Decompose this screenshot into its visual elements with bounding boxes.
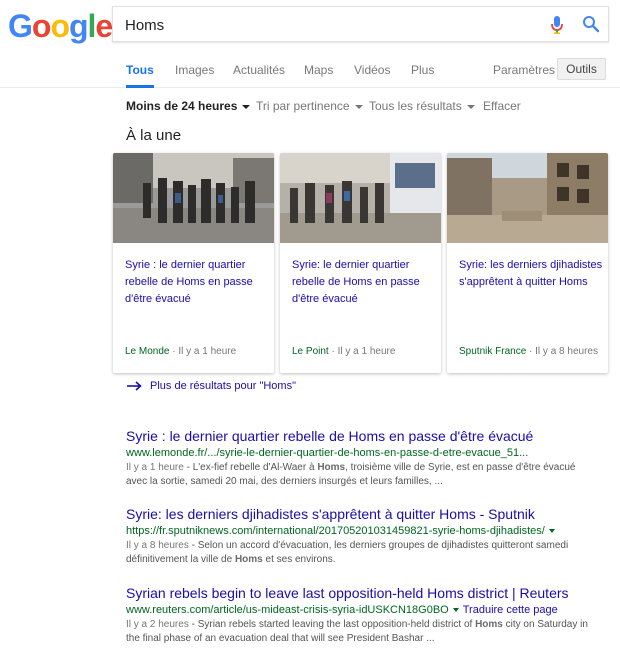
translate-link[interactable]: Traduire cette page	[463, 604, 558, 616]
time-filter[interactable]: Moins de 24 heures	[126, 99, 251, 113]
settings-link[interactable]: Paramètres	[493, 63, 555, 77]
news-card-title[interactable]: Syrie: le dernier quartier rebelle de Ho…	[292, 257, 437, 308]
results-filter-label: Tous les résultats	[369, 99, 462, 113]
result-url: www.lemonde.fr/.../syrie-le-dernier-quar…	[126, 447, 529, 459]
news-time: · Il y a 8 heures	[526, 346, 598, 357]
news-card-meta: Le Monde · Il y a 1 heure	[125, 346, 236, 357]
caret-down-icon	[354, 104, 363, 109]
tab-more[interactable]: Plus	[411, 63, 434, 88]
search-result: Syrie : le dernier quartier rebelle de H…	[126, 428, 596, 489]
microphone-icon[interactable]	[550, 16, 564, 34]
tab-all[interactable]: Tous	[126, 63, 154, 88]
result-date: Il y a 8 heures	[126, 540, 189, 551]
snippet-highlight: Homs	[317, 462, 346, 473]
header: Google Tous Images Actualités Maps Vidéo…	[0, 0, 620, 88]
news-thumbnail-image	[447, 153, 608, 243]
tab-maps[interactable]: Maps	[304, 63, 333, 88]
news-thumbnail-image	[113, 153, 274, 243]
result-snippet: Il y a 2 heures - Syrian rebels started …	[126, 618, 596, 646]
search-result: Syrie: les derniers djihadistes s'apprêt…	[126, 506, 596, 567]
top-stories-heading: À la une	[126, 127, 182, 144]
search-input[interactable]	[125, 15, 525, 35]
news-card[interactable]: Syrie: le dernier quartier rebelle de Ho…	[280, 153, 441, 373]
logo-letter: o	[50, 8, 70, 44]
snippet-highlight: Homs	[475, 619, 503, 630]
result-title-link[interactable]: Syrie : le dernier quartier rebelle de H…	[126, 428, 596, 445]
result-url-text: https://fr.sputniknews.com/international…	[126, 525, 545, 537]
result-url-text: www.reuters.com/article/us-mideast-crisi…	[126, 604, 449, 616]
news-card-meta: Le Point · Il y a 1 heure	[292, 346, 395, 357]
logo-letter: G	[8, 8, 33, 44]
google-logo[interactable]: Google	[8, 8, 113, 45]
sort-filter-label: Tri par pertinence	[256, 99, 350, 113]
news-thumbnail-image	[280, 153, 441, 243]
result-url: www.reuters.com/article/us-mideast-crisi…	[126, 603, 596, 617]
snippet-text: - Selon un accord d'évacuation, les dern…	[126, 540, 569, 565]
caret-down-icon	[466, 104, 475, 109]
snippet-highlight: Homs	[234, 554, 263, 565]
search-icon[interactable]	[582, 15, 600, 33]
news-card-title[interactable]: Syrie : le dernier quartier rebelle de H…	[125, 257, 270, 308]
arrow-right-icon	[127, 381, 142, 391]
tools-button[interactable]: Outils	[557, 58, 606, 80]
tab-images[interactable]: Images	[175, 63, 214, 88]
logo-letter: l	[87, 8, 97, 44]
result-url: https://fr.sputniknews.com/international…	[126, 524, 596, 538]
news-card-title[interactable]: Syrie: les derniers djihadistes s'apprêt…	[459, 257, 604, 291]
search-box	[112, 6, 609, 42]
news-time: · Il y a 1 heure	[328, 346, 396, 357]
sort-filter[interactable]: Tri par pertinence	[256, 99, 363, 113]
snippet-text: et ses environs.	[262, 554, 336, 565]
news-source: Sputnik France	[459, 346, 527, 357]
results-filter[interactable]: Tous les résultats	[369, 99, 475, 113]
tab-news[interactable]: Actualités	[233, 63, 285, 88]
search-result: Syrian rebels begin to leave last opposi…	[126, 585, 596, 646]
news-card[interactable]: Syrie : le dernier quartier rebelle de H…	[113, 153, 274, 373]
logo-letter: g	[68, 8, 89, 44]
search-tabs: Tous Images Actualités Maps Vidéos Plus …	[0, 58, 620, 88]
caret-down-icon[interactable]	[548, 529, 555, 534]
snippet-text: - L'ex-fief rebelle d'Al-Waer à	[183, 462, 318, 473]
result-date: Il y a 1 heure	[126, 462, 184, 473]
result-snippet: Il y a 8 heures - Selon un accord d'évac…	[126, 539, 596, 567]
result-title-link[interactable]: Syrie: les derniers djihadistes s'apprêt…	[126, 506, 596, 523]
time-filter-label: Moins de 24 heures	[126, 99, 238, 113]
news-card-meta: Sputnik France · Il y a 8 heures	[459, 346, 598, 357]
news-time: · Il y a 1 heure	[169, 346, 237, 357]
news-card[interactable]: Syrie: les derniers djihadistes s'apprêt…	[447, 153, 608, 373]
snippet-text: - Syrian rebels started leaving the last…	[188, 619, 476, 630]
logo-letter: e	[95, 8, 113, 44]
logo-letter: o	[31, 8, 52, 44]
clear-filters-link[interactable]: Effacer	[483, 99, 521, 113]
result-title-link[interactable]: Syrian rebels begin to leave last opposi…	[126, 585, 596, 602]
more-results-label: Plus de résultats pour "Homs"	[150, 380, 296, 392]
news-source: Le Monde	[125, 346, 170, 357]
caret-down-icon	[242, 104, 251, 109]
result-date: Il y a 2 heures	[126, 619, 189, 630]
news-source: Le Point	[292, 346, 329, 357]
more-results-link[interactable]: Plus de résultats pour "Homs"	[126, 380, 296, 392]
tab-videos[interactable]: Vidéos	[354, 63, 390, 88]
result-snippet: Il y a 1 heure - L'ex-fief rebelle d'Al-…	[126, 461, 596, 489]
caret-down-icon[interactable]	[452, 608, 459, 613]
search-tools-bar: Moins de 24 heures Tri par pertinence To…	[0, 96, 620, 116]
